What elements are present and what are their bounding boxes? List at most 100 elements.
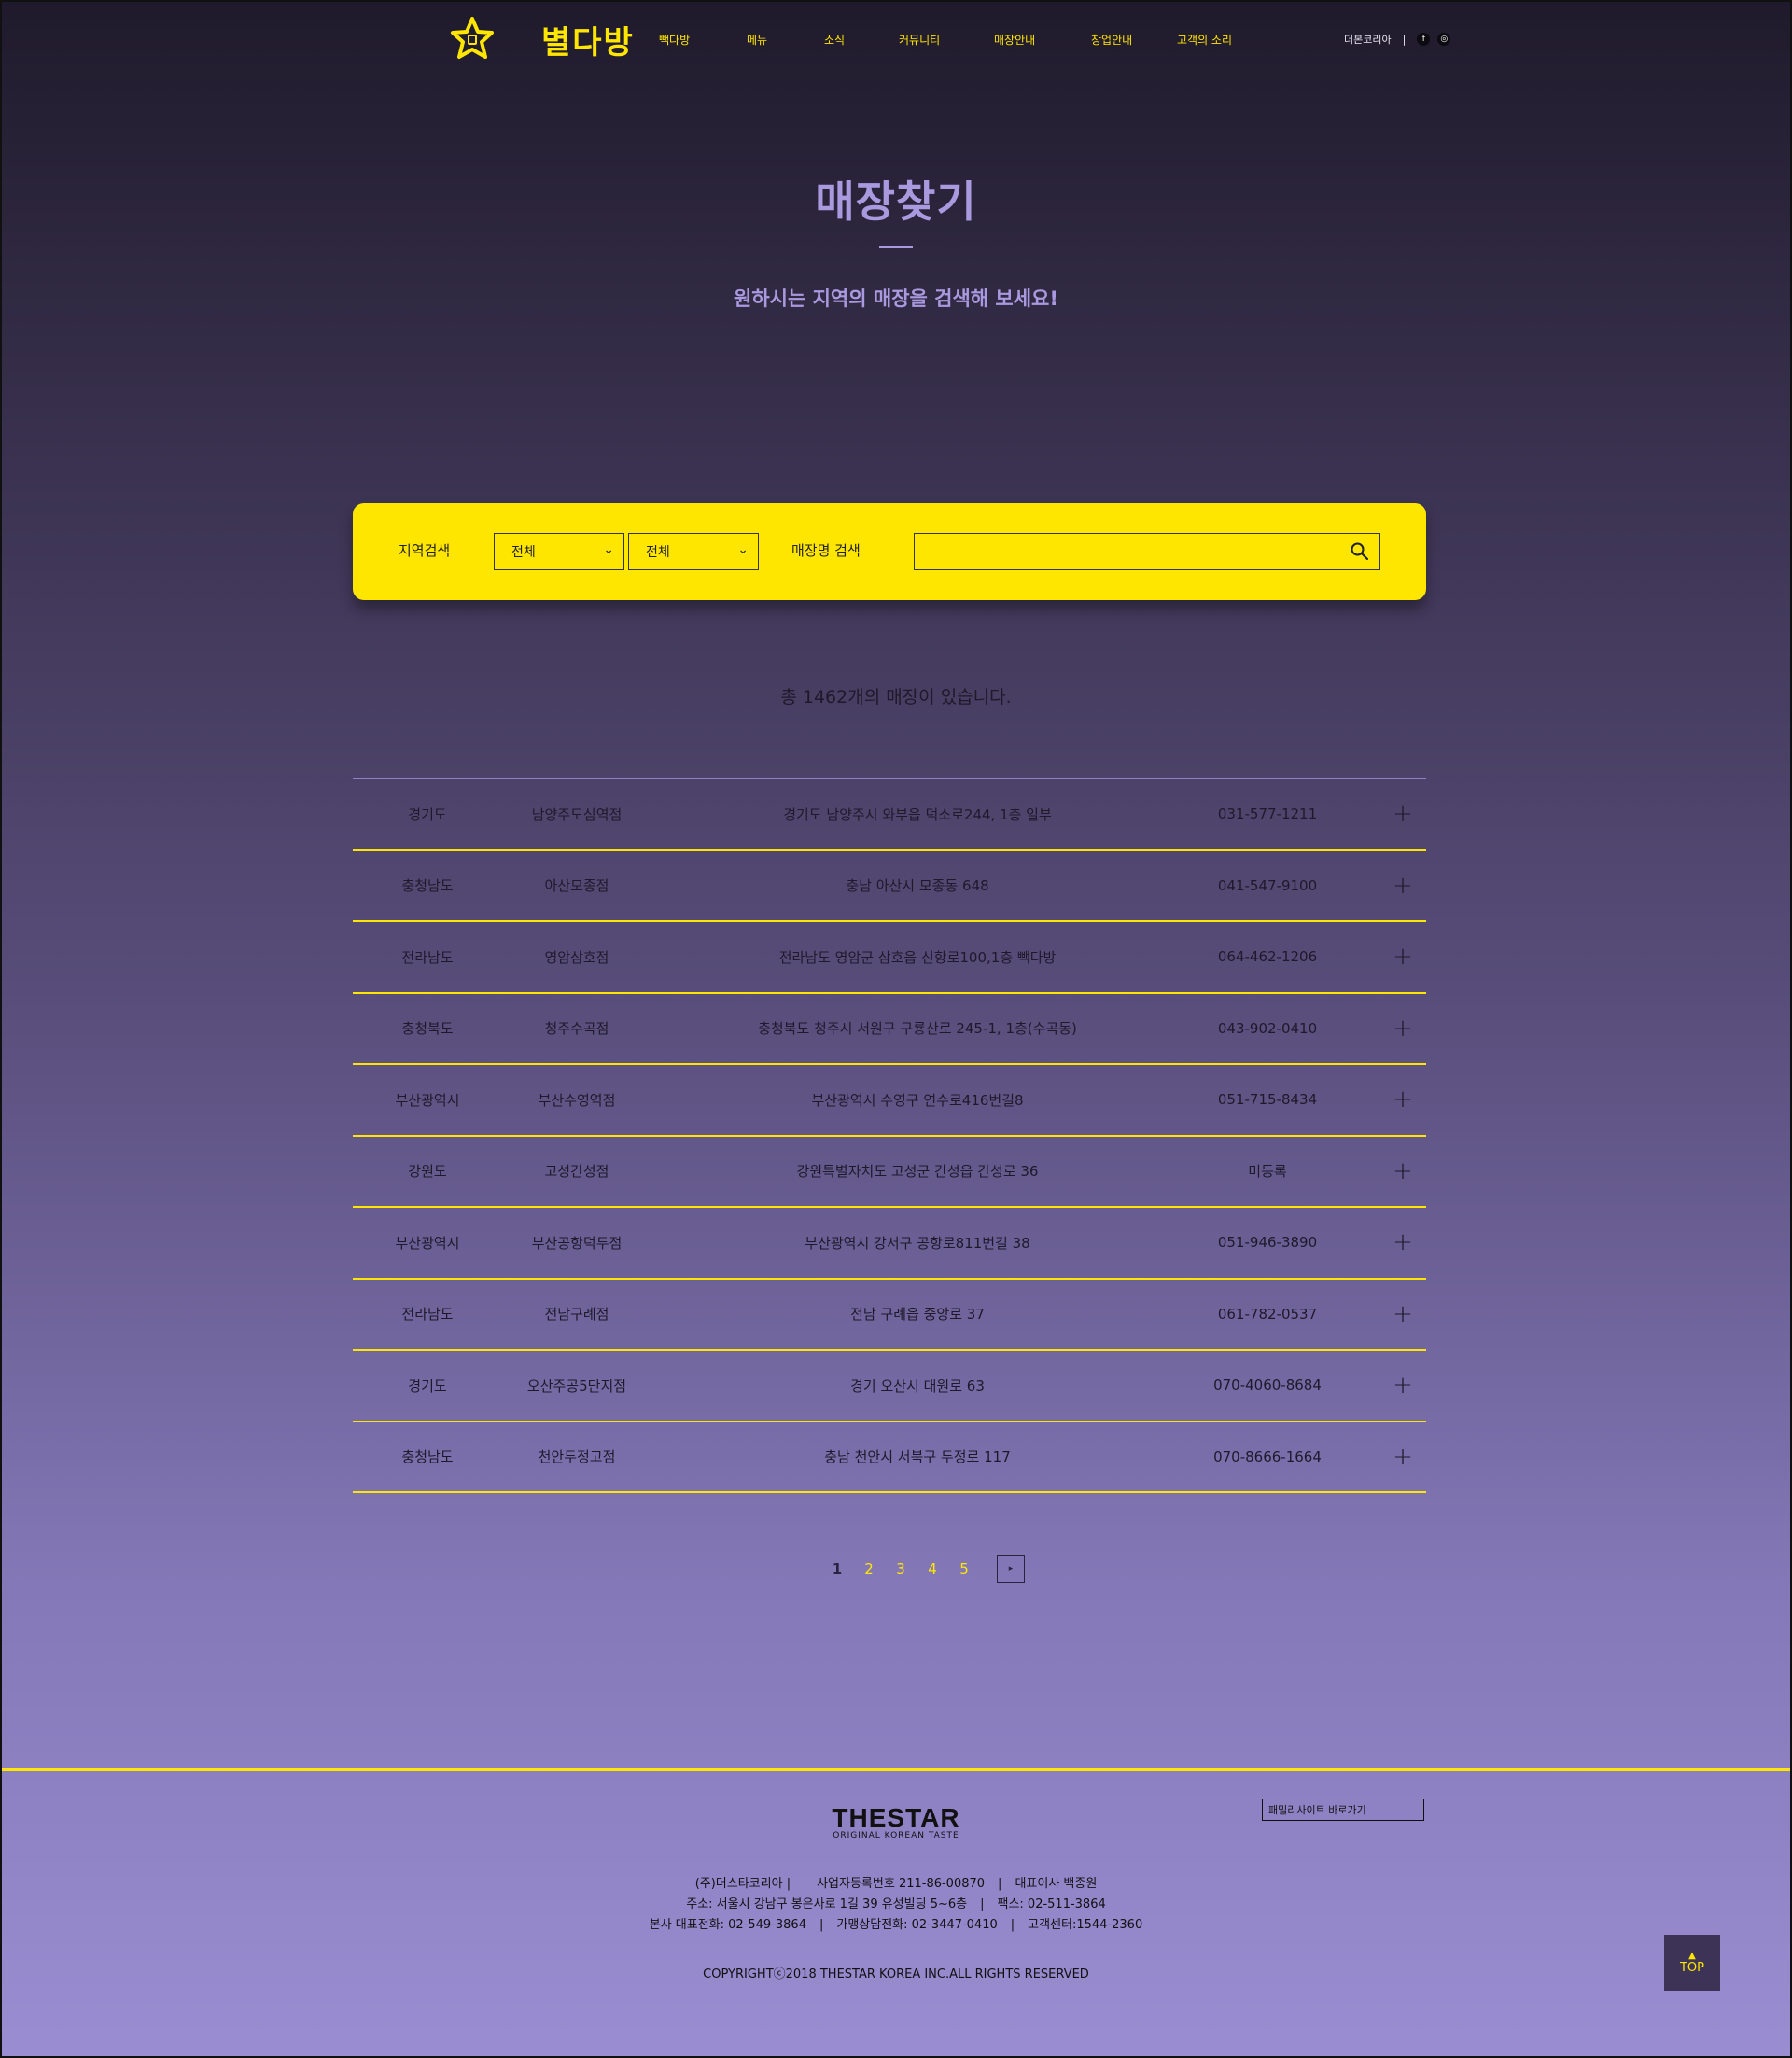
footer-logo-text: THESTAR xyxy=(832,1803,960,1832)
store-name-search-label: 매장명 검색 xyxy=(791,542,861,559)
expand-plus-icon[interactable]: + xyxy=(1389,1280,1417,1350)
nav-item-franchise[interactable]: 창업안내 xyxy=(1091,32,1132,48)
store-address: 경기도 남양주시 와부읍 덕소로244, 1층 일부 xyxy=(783,805,1052,823)
footer-logo: THESTAR ORIGINAL KOREAN TASTE xyxy=(0,1803,1792,1841)
page-2-link[interactable]: 2 xyxy=(853,1561,885,1577)
province-select[interactable]: 전체 ⌄ xyxy=(494,533,624,570)
page-5-link[interactable]: 5 xyxy=(948,1561,980,1577)
store-name: 부산수영역점 xyxy=(538,1091,616,1109)
page-title: 매장찾기 xyxy=(815,176,977,227)
footer-info-line-1: (주)더스타코리아 | 사업자등록번호 211-86-00870 | 대표이사 백종원 xyxy=(694,1877,1098,1891)
store-address: 전남 구례읍 중앙로 37 xyxy=(850,1306,985,1323)
store-address: 충청북도 청주시 서원구 구룡산로 245-1, 1층(수곡동) xyxy=(758,1020,1077,1038)
expand-plus-icon[interactable]: + xyxy=(1389,994,1417,1064)
store-region: 충청남도 xyxy=(401,877,454,895)
expand-plus-icon[interactable]: + xyxy=(1389,851,1417,921)
store-address: 강원특별자치도 고성군 간성읍 간성로 36 xyxy=(796,1163,1039,1181)
store-name: 전남구례점 xyxy=(544,1306,609,1323)
footer-info-line-2: 주소: 서울시 강남구 봉은사로 1길 39 유성빌딩 5~6층 | 팩스: 02-… xyxy=(686,1897,1106,1911)
store-name: 아산모종점 xyxy=(544,877,609,895)
store-name: 천안두정고점 xyxy=(538,1449,616,1466)
store-phone: 070-8666-1664 xyxy=(1213,1448,1322,1465)
title-divider xyxy=(879,246,913,248)
store-phone: 070-4060-8684 xyxy=(1213,1377,1322,1394)
brand-logo-text[interactable]: 별다방 xyxy=(541,17,635,63)
store-region: 전라남도 xyxy=(401,1306,454,1323)
city-select[interactable]: 전체 ⌄ xyxy=(628,533,759,570)
instagram-icon[interactable]: ◎ xyxy=(1437,33,1451,46)
expand-plus-icon[interactable]: + xyxy=(1389,1422,1417,1492)
store-region: 충청북도 xyxy=(401,1020,454,1038)
family-site-select[interactable]: 패밀리사이트 바로가기 xyxy=(1262,1799,1424,1821)
chevron-down-icon: ⌄ xyxy=(603,542,614,557)
page-1-link[interactable]: 1 xyxy=(821,1561,853,1577)
store-phone: 043-902-0410 xyxy=(1217,1019,1318,1037)
search-icon[interactable] xyxy=(1348,539,1372,564)
scroll-top-button[interactable]: ▲ TOP xyxy=(1664,1935,1720,1991)
expand-plus-icon[interactable]: + xyxy=(1389,1351,1417,1421)
store-name: 남양주도심역점 xyxy=(531,805,623,823)
store-list: 경기도 남양주도심역점 경기도 남양주시 와부읍 덕소로244, 1층 일부 0… xyxy=(353,778,1426,1493)
expand-plus-icon[interactable]: + xyxy=(1389,1137,1417,1207)
store-address: 충남 아산시 모종동 648 xyxy=(846,877,989,895)
arrow-up-icon: ▲ xyxy=(1688,1950,1696,1961)
store-phone: 041-547-9100 xyxy=(1217,876,1318,894)
nav-item-customer-voice[interactable]: 고객의 소리 xyxy=(1177,32,1232,48)
store-region: 강원도 xyxy=(408,1163,447,1181)
nav-item-news[interactable]: 소식 xyxy=(824,32,845,48)
store-phone: 061-782-0537 xyxy=(1217,1305,1318,1323)
store-row[interactable]: 충청북도 청주수곡점 충청북도 청주시 서원구 구룡산로 245-1, 1층(수… xyxy=(353,994,1426,1065)
store-region: 경기도 xyxy=(408,805,447,823)
expand-plus-icon[interactable]: + xyxy=(1389,1208,1417,1278)
expand-plus-icon[interactable]: + xyxy=(1389,779,1417,849)
top-label: TOP xyxy=(1679,1960,1704,1975)
nav-item-paikdabang[interactable]: 빽다방 xyxy=(659,32,690,48)
store-row[interactable]: 전라남도 영암삼호점 전라남도 영암군 삼호읍 신항로100,1층 빽다방 06… xyxy=(353,922,1426,994)
page-4-link[interactable]: 4 xyxy=(917,1561,948,1577)
store-name: 오산주공5단지점 xyxy=(526,1377,627,1394)
expand-plus-icon[interactable]: + xyxy=(1389,922,1417,992)
chevron-down-icon: ⌄ xyxy=(737,542,749,557)
header-utility: 더본코리아 | f ◎ xyxy=(1344,32,1451,47)
fax-text: 팩스: 02-511-3864 xyxy=(997,1897,1106,1911)
store-row[interactable]: 충청남도 천안두정고점 충남 천안시 서북구 두정로 117 070-8666-… xyxy=(353,1422,1426,1493)
store-total-count: 총 1462개의 매장이 있습니다. xyxy=(780,687,1012,707)
store-phone: 051-946-3890 xyxy=(1217,1234,1318,1252)
store-row[interactable]: 경기도 남양주도심역점 경기도 남양주시 와부읍 덕소로244, 1층 일부 0… xyxy=(353,779,1426,851)
next-page-button[interactable]: ▸ xyxy=(997,1555,1025,1583)
business-number: 사업자등록번호 211-86-00870 xyxy=(817,1877,986,1891)
store-name: 부산공항덕두점 xyxy=(531,1234,623,1252)
footer-tagline: ORIGINAL KOREAN TASTE xyxy=(833,1831,959,1841)
site-header: 별다방 빽다방 메뉴 소식 커뮤니티 매장안내 창업안내 고객의 소리 더본코리… xyxy=(0,0,1792,78)
store-name-input[interactable] xyxy=(915,534,1335,569)
store-phone: 051-715-8434 xyxy=(1217,1091,1318,1109)
store-search-panel: 지역검색 전체 ⌄ 전체 ⌄ 매장명 검색 xyxy=(353,503,1426,600)
nav-item-store-info[interactable]: 매장안내 xyxy=(994,32,1035,48)
facebook-icon[interactable]: f xyxy=(1417,33,1431,46)
store-row[interactable]: 강원도 고성간성점 강원특별자치도 고성군 간성읍 간성로 36 미등록 + xyxy=(353,1137,1426,1208)
store-region: 충청남도 xyxy=(401,1449,454,1466)
nav-item-community[interactable]: 커뮤니티 xyxy=(899,32,940,48)
store-address: 전라남도 영암군 삼호읍 신항로100,1층 빽다방 xyxy=(778,948,1057,966)
expand-plus-icon[interactable]: + xyxy=(1389,1065,1417,1135)
page-subtitle: 원하시는 지역의 매장을 검색해 보세요! xyxy=(734,287,1058,310)
store-region: 경기도 xyxy=(408,1377,447,1394)
nav-item-menu[interactable]: 메뉴 xyxy=(747,32,767,48)
hq-phone: 본사 대표전화: 02-549-3864 xyxy=(649,1918,806,1932)
store-row[interactable]: 경기도 오산주공5단지점 경기 오산시 대원로 63 070-4060-8684… xyxy=(353,1351,1426,1422)
store-row[interactable]: 부산광역시 부산공항덕두점 부산광역시 강서구 공항로811번길 38 051-… xyxy=(353,1208,1426,1280)
store-row[interactable]: 전라남도 전남구례점 전남 구례읍 중앙로 37 061-782-0537 + xyxy=(353,1280,1426,1351)
store-row[interactable]: 부산광역시 부산수영역점 부산광역시 수영구 연수로416번길8 051-715… xyxy=(353,1065,1426,1137)
store-name-search-box xyxy=(914,533,1380,570)
store-address: 충남 천안시 서북구 두정로 117 xyxy=(824,1449,1011,1466)
ceo-name: 대표이사 백종원 xyxy=(1015,1877,1098,1891)
page-3-link[interactable]: 3 xyxy=(885,1561,917,1577)
store-name: 청주수곡점 xyxy=(544,1020,609,1038)
footer-divider xyxy=(0,1768,1792,1771)
store-region: 부산광역시 xyxy=(395,1091,460,1109)
store-row[interactable]: 충청남도 아산모종점 충남 아산시 모종동 648 041-547-9100 + xyxy=(353,851,1426,922)
company-link[interactable]: 더본코리아 xyxy=(1344,32,1392,47)
star-logo-icon[interactable] xyxy=(448,15,497,63)
footer-info-line-3: 본사 대표전화: 02-549-3864 | 가맹상담전화: 02-3447-041… xyxy=(649,1918,1143,1932)
store-name: 고성간성점 xyxy=(544,1163,609,1181)
